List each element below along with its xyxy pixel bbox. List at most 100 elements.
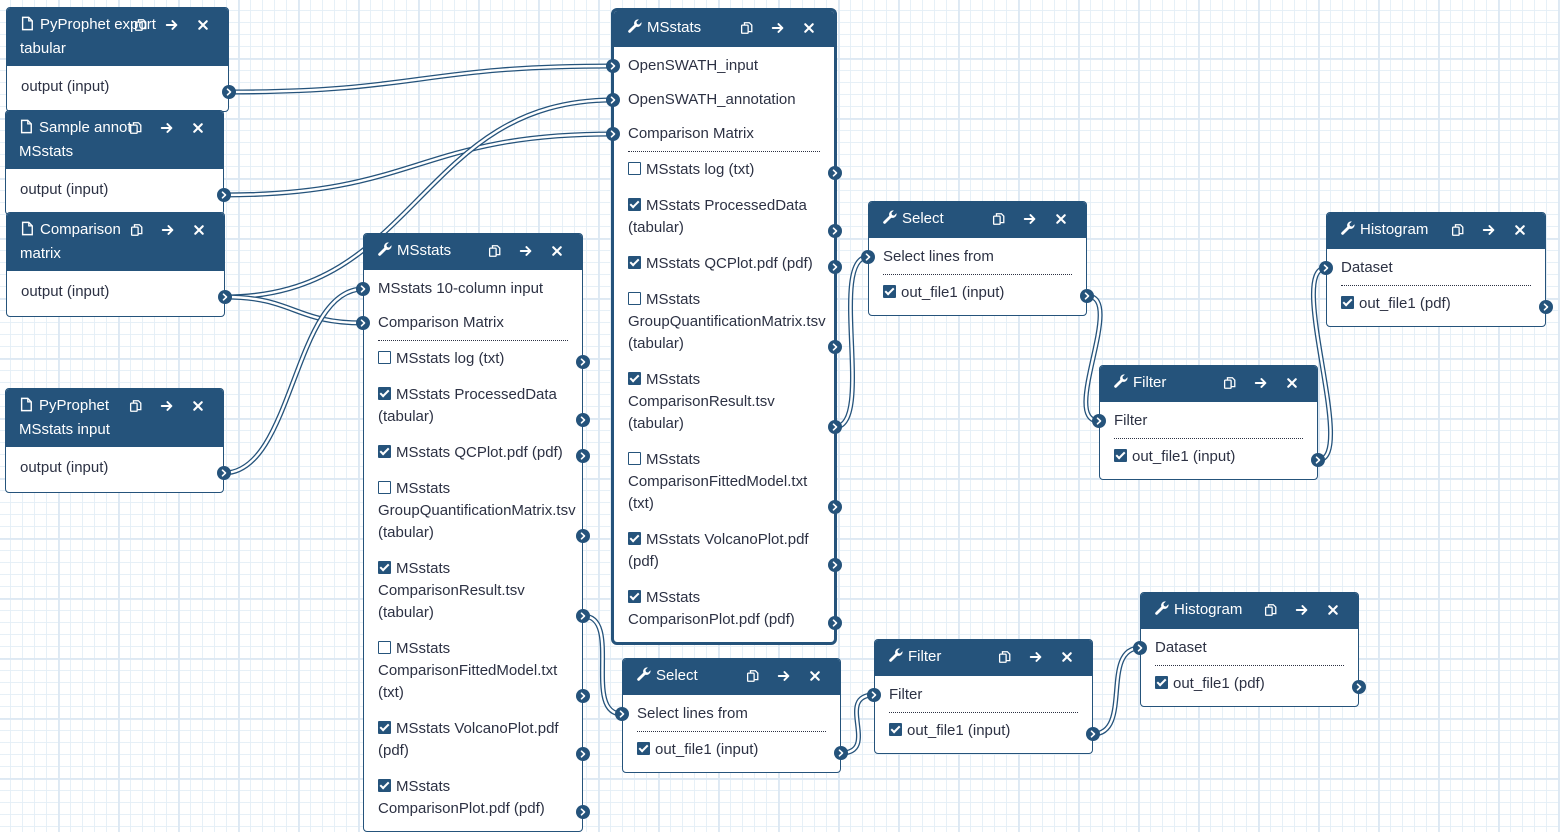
copy-node-button[interactable] bbox=[120, 396, 151, 416]
checkbox-checked[interactable] bbox=[378, 387, 391, 400]
output-terminal[interactable] bbox=[1086, 727, 1100, 741]
open-node-button[interactable] bbox=[151, 396, 182, 416]
input-terminal[interactable] bbox=[861, 250, 875, 264]
output-terminal[interactable] bbox=[1311, 453, 1325, 467]
copy-node-button[interactable] bbox=[120, 118, 151, 138]
node-pyprophet-export-tabular[interactable]: PyProphet export tabular output (input) bbox=[6, 7, 236, 112]
copy-node-button[interactable] bbox=[983, 209, 1014, 229]
checkbox-unchecked[interactable] bbox=[628, 452, 641, 465]
output-terminal[interactable] bbox=[828, 260, 842, 274]
node-header[interactable]: PyProphet MSstats input bbox=[6, 389, 223, 447]
checkbox-checked[interactable] bbox=[1341, 296, 1354, 309]
input-terminal[interactable] bbox=[1319, 261, 1333, 275]
output-terminal[interactable] bbox=[576, 355, 590, 369]
remove-node-button[interactable] bbox=[182, 118, 213, 138]
node-pyprophet-msstats-input[interactable]: PyProphet MSstats input output (input) bbox=[5, 388, 231, 493]
output-terminal[interactable] bbox=[828, 166, 842, 180]
remove-node-button[interactable] bbox=[187, 15, 218, 35]
open-node-button[interactable] bbox=[1286, 600, 1317, 620]
node-header[interactable]: Histogram bbox=[1141, 593, 1358, 629]
input-terminal[interactable] bbox=[615, 707, 629, 721]
connection-wire[interactable] bbox=[1083, 293, 1103, 424]
node-msstats-10-column[interactable]: MSstats MSstats 10-column input Comparison… bbox=[356, 233, 590, 832]
checkbox-checked[interactable] bbox=[378, 561, 391, 574]
node-header[interactable]: Filter bbox=[875, 640, 1092, 676]
output-terminal[interactable] bbox=[828, 420, 842, 434]
node-header[interactable]: Sample annot MSstats bbox=[6, 111, 223, 169]
checkbox-checked[interactable] bbox=[628, 198, 641, 211]
copy-node-button[interactable] bbox=[731, 18, 762, 38]
open-node-button[interactable] bbox=[762, 18, 793, 38]
copy-node-button[interactable] bbox=[1255, 600, 1286, 620]
open-node-button[interactable] bbox=[156, 15, 187, 35]
node-header[interactable]: PyProphet export tabular bbox=[7, 8, 228, 66]
node-comparison-matrix[interactable]: Comparison matrix output (input) bbox=[6, 212, 232, 317]
checkbox-unchecked[interactable] bbox=[378, 351, 391, 364]
node-header[interactable]: MSstats bbox=[614, 11, 834, 47]
output-terminal[interactable] bbox=[1539, 300, 1553, 314]
open-node-button[interactable] bbox=[152, 220, 183, 240]
input-terminal[interactable] bbox=[1092, 414, 1106, 428]
open-node-button[interactable] bbox=[1014, 209, 1045, 229]
output-terminal[interactable] bbox=[828, 500, 842, 514]
node-filter-bottom[interactable]: Filter Filter out_file1 (input) bbox=[867, 639, 1100, 754]
checkbox-checked[interactable] bbox=[378, 721, 391, 734]
checkbox-checked[interactable] bbox=[1114, 449, 1127, 462]
connection-wire[interactable] bbox=[1092, 645, 1141, 737]
output-terminal[interactable] bbox=[576, 609, 590, 623]
copy-node-button[interactable] bbox=[121, 220, 152, 240]
output-terminal[interactable] bbox=[576, 689, 590, 703]
output-terminal[interactable] bbox=[828, 558, 842, 572]
remove-node-button[interactable] bbox=[799, 666, 830, 686]
output-terminal[interactable] bbox=[222, 85, 236, 99]
node-filter-top[interactable]: Filter Filter out_file1 (input) bbox=[1092, 365, 1325, 480]
copy-node-button[interactable] bbox=[989, 647, 1020, 667]
input-terminal[interactable] bbox=[606, 59, 620, 73]
checkbox-checked[interactable] bbox=[378, 445, 391, 458]
node-select-top[interactable]: Select Select lines from out_file1 (input) bbox=[861, 201, 1094, 316]
node-msstats-main[interactable]: MSstats OpenSWATH_input OpenSWATH_annotati… bbox=[606, 8, 842, 645]
output-terminal[interactable] bbox=[828, 340, 842, 354]
input-terminal[interactable] bbox=[356, 282, 370, 296]
copy-node-button[interactable] bbox=[737, 666, 768, 686]
output-terminal[interactable] bbox=[834, 746, 848, 760]
node-header[interactable]: Comparison matrix bbox=[7, 213, 224, 271]
input-terminal[interactable] bbox=[1133, 641, 1147, 655]
output-terminal[interactable] bbox=[218, 290, 232, 304]
input-terminal[interactable] bbox=[606, 93, 620, 107]
remove-node-button[interactable] bbox=[1276, 373, 1307, 393]
output-terminal[interactable] bbox=[217, 188, 231, 202]
checkbox-unchecked[interactable] bbox=[378, 641, 391, 654]
input-terminal[interactable] bbox=[867, 688, 881, 702]
checkbox-checked[interactable] bbox=[628, 372, 641, 385]
open-node-button[interactable] bbox=[1020, 647, 1051, 667]
checkbox-checked[interactable] bbox=[628, 256, 641, 269]
input-terminal[interactable] bbox=[356, 316, 370, 330]
remove-node-button[interactable] bbox=[1317, 600, 1348, 620]
connection-wire[interactable] bbox=[223, 131, 614, 198]
output-terminal[interactable] bbox=[576, 747, 590, 761]
node-histogram-bottom[interactable]: Histogram Dataset out_file1 (pdf) bbox=[1133, 592, 1366, 707]
node-select-bottom[interactable]: Select Select lines from out_file1 (input) bbox=[615, 658, 848, 773]
connection-wire[interactable] bbox=[223, 286, 364, 476]
open-node-button[interactable] bbox=[510, 241, 541, 261]
connection-wire[interactable] bbox=[228, 63, 614, 95]
checkbox-checked[interactable] bbox=[1155, 676, 1168, 689]
node-header[interactable]: MSstats bbox=[364, 234, 582, 270]
remove-node-button[interactable] bbox=[1051, 647, 1082, 667]
input-terminal[interactable] bbox=[606, 127, 620, 141]
node-header[interactable]: Histogram bbox=[1327, 213, 1545, 249]
output-terminal[interactable] bbox=[1080, 289, 1094, 303]
output-terminal[interactable] bbox=[576, 805, 590, 819]
output-terminal[interactable] bbox=[576, 529, 590, 543]
output-terminal[interactable] bbox=[828, 616, 842, 630]
checkbox-checked[interactable] bbox=[628, 590, 641, 603]
checkbox-unchecked[interactable] bbox=[378, 481, 391, 494]
checkbox-unchecked[interactable] bbox=[628, 292, 641, 305]
node-histogram-top[interactable]: Histogram Dataset out_file1 (pdf) bbox=[1319, 212, 1553, 327]
node-header[interactable]: Select bbox=[623, 659, 840, 695]
output-terminal[interactable] bbox=[217, 466, 231, 480]
remove-node-button[interactable] bbox=[1045, 209, 1076, 229]
remove-node-button[interactable] bbox=[1504, 220, 1535, 240]
remove-node-button[interactable] bbox=[183, 220, 214, 240]
